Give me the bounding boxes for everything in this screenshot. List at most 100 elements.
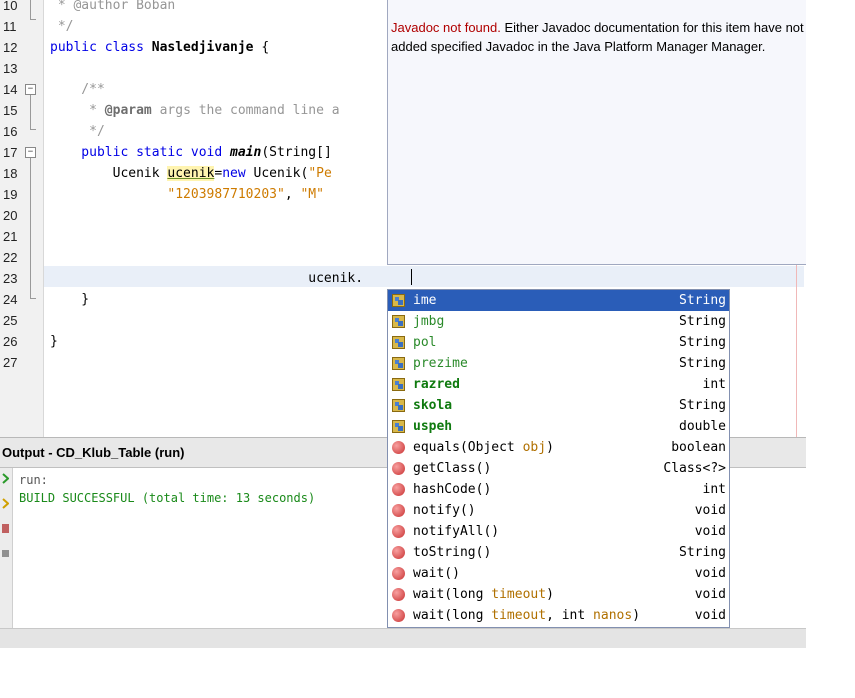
completion-item-type: String xyxy=(679,314,726,329)
method-name: wait(long xyxy=(413,587,492,602)
field-icon xyxy=(392,378,405,391)
method-icon xyxy=(392,483,405,496)
method-name: , int xyxy=(546,608,594,623)
completion-item[interactable]: notifyAll() void xyxy=(388,521,729,542)
method-name: getClass() xyxy=(413,461,492,476)
completion-item-name: notify() xyxy=(413,500,476,521)
method-name: notifyAll() xyxy=(413,524,500,539)
completion-item-type: String xyxy=(679,293,726,308)
parameter-name: timeout xyxy=(491,608,547,623)
completion-item[interactable]: uspeh double xyxy=(388,416,729,437)
line-number: 23 xyxy=(3,271,18,286)
field-icon xyxy=(392,399,405,412)
completion-item-type: String xyxy=(679,398,726,413)
completion-item-type: int xyxy=(702,377,726,392)
field-icon xyxy=(392,315,405,328)
string-literal: "1203987710203" xyxy=(167,187,285,202)
output-line-build: BUILD SUCCESSFUL (total time: 13 seconds… xyxy=(19,491,316,505)
method-icon xyxy=(392,504,405,517)
code-text: Ucenik xyxy=(50,166,168,181)
completion-item[interactable]: equals(Object obj) boolean xyxy=(388,437,729,458)
completion-item[interactable]: hashCode() int xyxy=(388,479,729,500)
completion-item-name: wait() xyxy=(413,563,460,584)
string-literal: "Pe xyxy=(308,166,332,181)
code-text: { xyxy=(253,40,270,55)
completion-item[interactable]: razred int xyxy=(388,374,729,395)
code-line-23: ucenik. xyxy=(50,271,364,286)
line-number: 24 xyxy=(3,292,18,307)
code-text: (String[] xyxy=(261,145,332,160)
parameter-name: obj xyxy=(522,440,547,455)
completion-item[interactable]: pol String xyxy=(388,332,729,353)
method-icon xyxy=(392,546,405,559)
stop-icon[interactable] xyxy=(2,523,9,534)
settings-icon[interactable] xyxy=(2,548,9,559)
completion-item-type: boolean xyxy=(671,440,726,455)
code-line-26: } xyxy=(50,334,58,349)
field-icon xyxy=(392,294,405,307)
output-toolbar xyxy=(0,468,13,628)
javadoc-not-found: Javadoc not found. xyxy=(391,20,501,35)
field-name: ime xyxy=(413,293,437,308)
method-icon xyxy=(392,567,405,580)
code-completion-popup[interactable]: ime String jmbg String pol String prezime Strin… xyxy=(387,289,730,628)
completion-item[interactable]: wait(long timeout) void xyxy=(388,584,729,605)
line-number: 17 xyxy=(3,145,18,160)
line-number: 12 xyxy=(3,40,18,55)
completion-item[interactable]: toString() String xyxy=(388,542,729,563)
completion-item[interactable]: prezime String xyxy=(388,353,729,374)
javadoc-tag: @param xyxy=(104,103,152,118)
javadoc-popup[interactable]: Javadoc not found. Either Javadoc docume… xyxy=(387,0,806,265)
completion-item[interactable]: skola String xyxy=(388,395,729,416)
line-number: 15 xyxy=(3,103,18,118)
fold-guide xyxy=(30,158,31,298)
completion-item[interactable]: wait() void xyxy=(388,563,729,584)
fold-toggle-main[interactable]: − xyxy=(25,147,36,158)
field-name: pol xyxy=(413,335,437,350)
keyword: new xyxy=(222,166,246,181)
completion-item[interactable]: jmbg String xyxy=(388,311,729,332)
code-line-16: */ xyxy=(50,124,105,139)
method-name: ) xyxy=(632,608,641,623)
line-number: 21 xyxy=(3,229,18,244)
line-number: 27 xyxy=(3,355,18,370)
completion-item-type: String xyxy=(679,335,726,350)
fold-toggle-comment[interactable]: − xyxy=(25,84,36,95)
code-text: , xyxy=(284,187,301,202)
method-name: notify() xyxy=(413,503,476,518)
completion-item-name: razred xyxy=(413,374,460,395)
fold-end xyxy=(30,19,36,20)
completion-item-type: void xyxy=(694,503,726,518)
run-again-icon[interactable] xyxy=(2,498,9,509)
completion-item-name: pol xyxy=(413,332,436,353)
completion-item-name: hashCode() xyxy=(413,479,491,500)
keyword: public static void xyxy=(50,145,231,160)
completion-item[interactable]: ime String xyxy=(388,290,729,311)
output-title: Output - CD_Klub_Table (run) xyxy=(2,445,185,460)
field-icon xyxy=(392,420,405,433)
line-number: 19 xyxy=(3,187,18,202)
comment-text: * xyxy=(50,103,105,118)
fold-end xyxy=(30,129,36,130)
completion-item-type: void xyxy=(694,587,726,602)
variable-highlight: ucenik xyxy=(167,166,215,181)
completion-item-name: toString() xyxy=(413,542,491,563)
completion-item-name: prezime xyxy=(413,353,468,374)
line-number: 22 xyxy=(3,250,18,265)
rerun-icon[interactable] xyxy=(2,473,9,484)
code-line-17: public static void main(String[] xyxy=(50,142,332,163)
text-cursor xyxy=(411,269,412,285)
completion-item[interactable]: getClass() Class<?> xyxy=(388,458,729,479)
field-name: prezime xyxy=(413,356,468,371)
completion-item-type: String xyxy=(679,356,726,371)
completion-item-name: ime xyxy=(413,290,436,311)
completion-item-type: int xyxy=(702,482,726,497)
completion-item-name: notifyAll() xyxy=(413,521,499,542)
completion-item[interactable]: wait(long timeout, int nanos) void xyxy=(388,605,729,626)
method-icon xyxy=(392,462,405,475)
parameter-name: nanos xyxy=(593,608,633,623)
class-name: Nasledjivanje xyxy=(151,40,254,55)
completion-item[interactable]: notify() void xyxy=(388,500,729,521)
completion-item-type: void xyxy=(694,524,726,539)
